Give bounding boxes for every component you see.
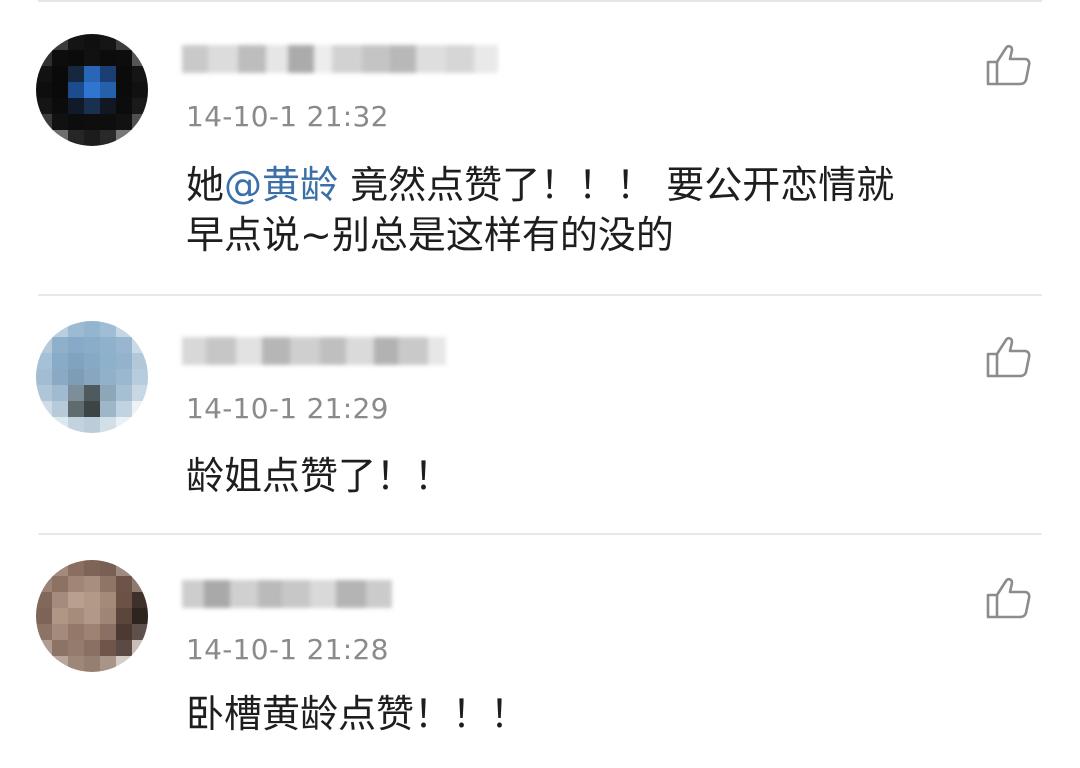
- comment-item: 14-10-1 21:32 她@黄龄 竟然点赞了！！！ 要公开恋情就 早点说~别…: [0, 2, 1080, 294]
- username-blurred[interactable]: [182, 332, 446, 370]
- like-button[interactable]: [984, 40, 1034, 90]
- comment-timestamp: 14-10-1 21:32: [186, 100, 389, 133]
- avatar[interactable]: [36, 34, 148, 146]
- comment-timestamp: 14-10-1 21:29: [186, 392, 389, 425]
- comment-timestamp: 14-10-1 21:28: [186, 633, 389, 666]
- like-button[interactable]: [984, 332, 1034, 382]
- thumbs-up-icon: [986, 44, 1031, 86]
- avatar-mosaic: [36, 321, 148, 433]
- username-blurred[interactable]: [182, 575, 392, 613]
- comment-text-part: 早点说~别总是这样有的没的: [186, 213, 674, 257]
- comment-text: 她@黄龄 竟然点赞了！！！ 要公开恋情就 早点说~别总是这样有的没的: [186, 160, 1016, 260]
- thumbs-up-icon: [986, 336, 1031, 378]
- thumbs-up-icon: [986, 577, 1031, 619]
- mention-link[interactable]: @黄龄: [224, 163, 338, 207]
- username-blurred[interactable]: [182, 40, 498, 78]
- comment-text-part: 竟然点赞了！！！ 要公开恋情就: [338, 163, 895, 207]
- comment-text: 卧槽黄龄点赞！！！: [186, 692, 529, 736]
- avatar-mosaic: [36, 34, 148, 146]
- comment-item: 14-10-1 21:29 龄姐点赞了！！: [0, 296, 1080, 533]
- like-button[interactable]: [984, 573, 1034, 623]
- comment-text: 龄姐点赞了！！: [186, 454, 453, 498]
- avatar-mosaic: [36, 560, 148, 672]
- comment-item: 14-10-1 21:28 卧槽黄龄点赞！！！: [0, 535, 1080, 768]
- comment-text-part: 她: [186, 163, 225, 207]
- avatar[interactable]: [36, 560, 148, 672]
- avatar[interactable]: [36, 321, 148, 433]
